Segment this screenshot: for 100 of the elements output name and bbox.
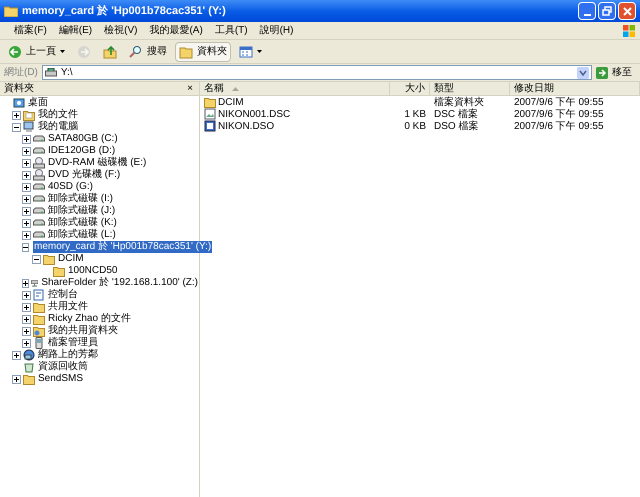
tree-item[interactable]: 控制台 [47,289,79,301]
file-name[interactable]: NIKON001.DSC [218,106,290,122]
folder-icon [4,5,18,17]
menu-item[interactable]: 檢視(V) [98,23,144,38]
table-cell-text: 1 KB [404,108,426,122]
tree-item[interactable]: Ricky Zhao 的文件 [47,313,132,325]
close-icon [622,6,632,16]
expand-icon[interactable] [22,314,31,324]
file-name[interactable]: NIKON.DSO [218,118,274,134]
tree-item[interactable]: 卸除式磁碟 (J:) [47,205,116,217]
image-file-icon [204,108,216,120]
tree-item[interactable]: IDE120GB (D:) [47,145,116,157]
expand-icon[interactable] [22,182,31,192]
tree-item[interactable]: 我的電腦 [37,121,79,133]
collapse-icon[interactable] [12,122,21,132]
expand-icon[interactable] [22,290,31,300]
tree-item[interactable]: 卸除式磁碟 (K:) [47,217,118,229]
table-cell-text: 2007/9/6 下午 09:55 [514,108,604,121]
tree-item[interactable]: 我的共用資料夾 [47,325,119,337]
menu-item[interactable]: 檔案(F) [8,23,53,38]
menu-item[interactable]: 我的最愛(A) [143,23,209,38]
tree-item[interactable]: DCIM [57,253,85,265]
control-panel-icon [33,289,45,301]
tree-item[interactable]: SendSMS [37,373,84,385]
expand-icon[interactable] [22,302,31,312]
expand-icon[interactable] [22,230,31,240]
desktop-icon [13,97,25,109]
windows-logo-icon [622,24,636,38]
folder-icon [179,44,193,58]
menu-item[interactable]: 編輯(E) [52,23,98,38]
column-header[interactable]: 類型 [430,82,510,95]
collapse-icon[interactable] [22,242,29,252]
close-button[interactable]: × [185,84,195,94]
address-field[interactable]: Y:\ [42,65,592,80]
expand-icon[interactable] [12,110,21,120]
collapse-icon[interactable] [32,254,41,264]
minimize-button[interactable] [578,2,596,20]
go-button[interactable]: 移至 [596,65,636,80]
column-header[interactable]: 名稱 [200,82,390,95]
expand-icon[interactable] [22,338,31,348]
caret-icon [60,50,65,53]
tree-item[interactable]: SATA80GB (C:) [47,133,119,145]
pane-title: 資料夾 [4,82,35,96]
column-header[interactable]: 修改日期 [510,82,640,95]
expand-icon[interactable] [12,350,21,360]
tree-item[interactable]: DVD 光碟機 (F:) [47,169,122,181]
search-button[interactable]: 搜尋 [125,42,171,62]
expand-icon[interactable] [22,326,31,336]
tree-item[interactable]: 資源回收筒 [37,361,89,373]
expand-icon[interactable] [22,206,31,216]
table-cell-text: DSC 檔案 [434,108,478,120]
column-header[interactable]: 大小 [390,82,430,95]
back-arrow-icon [8,44,22,58]
folders-button[interactable]: 資料夾 [175,42,231,62]
expand-icon[interactable] [22,134,31,144]
disc-drive-icon [33,169,45,181]
computer-icon [23,121,35,133]
drive-icon [44,68,57,78]
tree-item[interactable]: 卸除式磁碟 (I:) [47,193,114,205]
tree-item[interactable]: 40SD (G:) [47,181,94,193]
tree-item[interactable]: 共用文件 [47,301,89,313]
tree-item[interactable]: memory_card 於 'Hp001b78cac351' (Y:) [33,241,212,253]
minimize-icon [584,14,590,16]
device-icon [33,337,45,349]
close-button[interactable] [618,2,636,20]
back-button[interactable]: 上一頁 [4,42,69,62]
expand-icon[interactable] [22,146,31,156]
expand-icon[interactable] [22,194,31,204]
go-arrow-icon [596,66,608,78]
file-name[interactable]: DCIM [218,94,244,110]
expand-icon[interactable] [22,170,31,180]
table-cell-text: DSO 檔案 [434,120,478,134]
tree-item[interactable]: 網路上的芳鄰 [37,349,99,361]
tree-item[interactable]: ShareFolder 於 '192.168.1.100' (Z:) [40,277,199,289]
expand-icon[interactable] [22,278,29,288]
window-title: memory_card 於 'Hp001b78cac351' (Y:) [22,4,227,19]
expand-icon[interactable] [22,218,31,228]
folder-icon [33,301,45,313]
tree-item[interactable]: 我的文件 [37,109,79,121]
expand-icon[interactable] [22,158,31,168]
caret-icon [257,50,262,53]
search-icon [129,44,143,58]
up-folder-icon [103,44,117,58]
tree-item[interactable]: 100NCD50 [67,265,118,277]
restore-icon [602,6,612,16]
sort-arrow-icon [232,86,239,90]
table-cell-text: 2007/9/6 下午 09:55 [514,120,604,134]
menu-item[interactable]: 工具(T) [208,23,254,38]
network-icon [23,349,35,361]
views-icon [239,44,253,58]
address-label: 網址(D) [4,66,38,80]
menu-item[interactable]: 說明(H) [254,23,300,38]
expand-icon[interactable] [12,374,21,384]
tree-item[interactable]: 桌面 [27,97,49,109]
restore-button[interactable] [598,2,616,20]
tree-item[interactable]: 檔案管理員 [47,337,99,349]
tree-item[interactable]: DVD-RAM 磁碟機 (E:) [47,157,148,169]
folder-icon [23,373,35,385]
documents-folder-icon [23,109,35,121]
tree-item[interactable]: 卸除式磁碟 (L:) [47,229,117,241]
